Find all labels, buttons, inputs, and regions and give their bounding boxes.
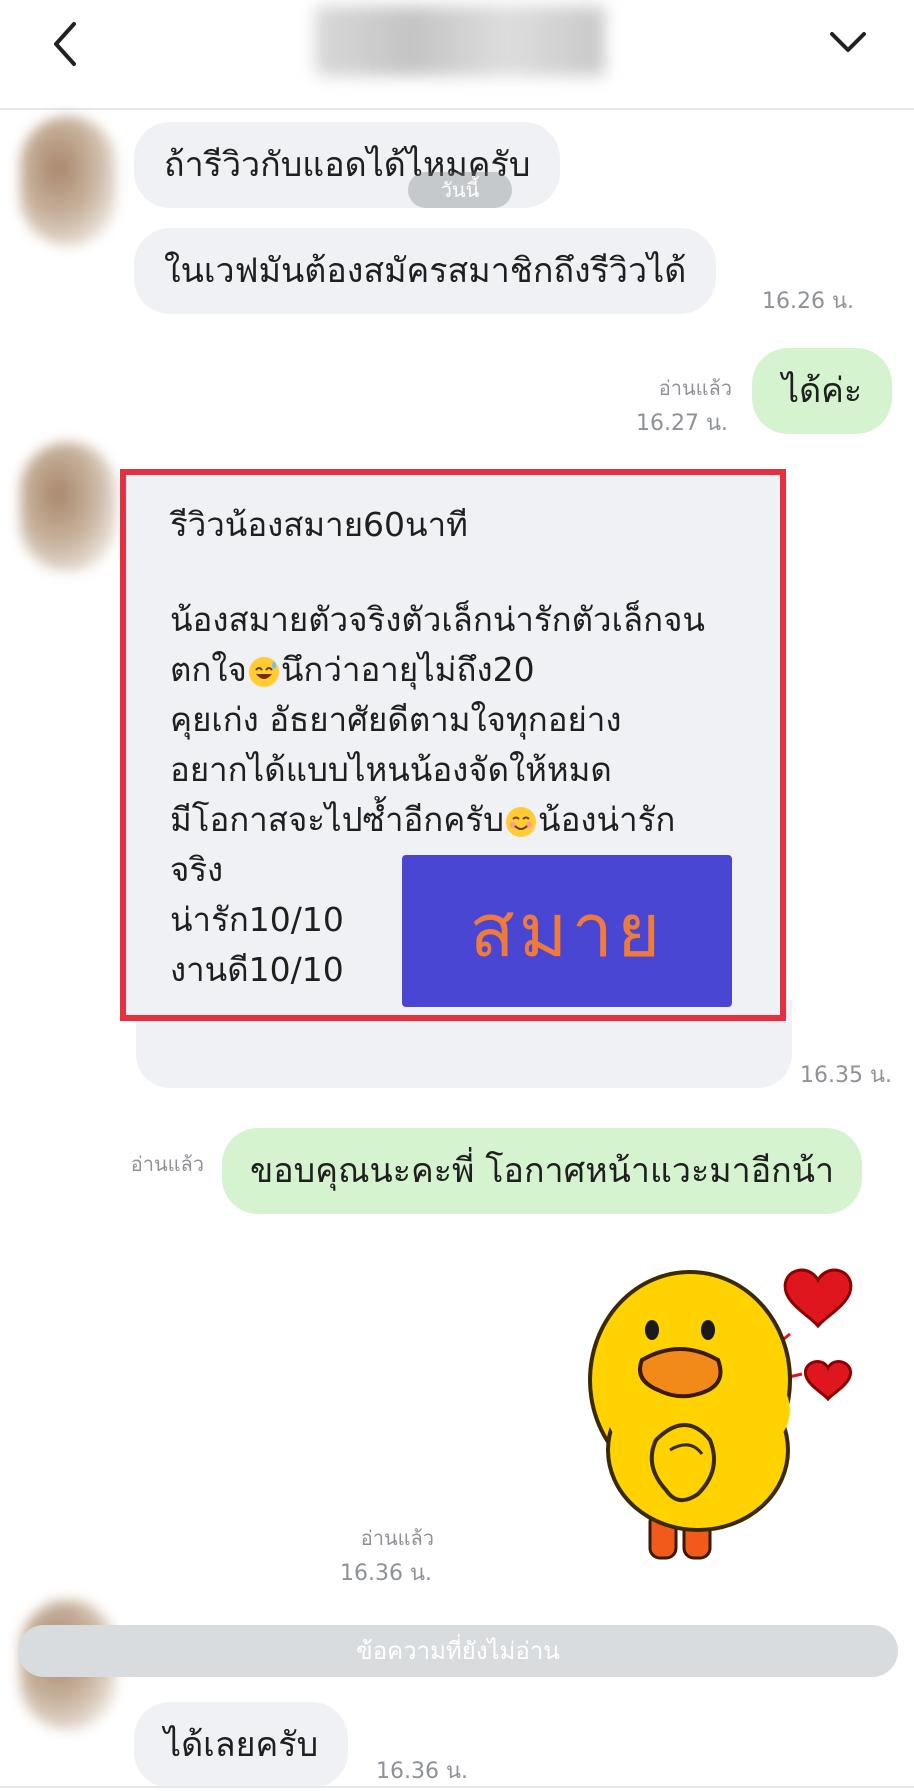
name-stamp: สมาย: [402, 855, 732, 1007]
message-text: ในเวฟมันต้องสมัครสมาชิกถึงรีวิวได้: [164, 251, 687, 291]
message-text: ขอบคุณนะคะพี่ โอกาศหน้าแวะมาอีกน้า: [250, 1151, 835, 1191]
outgoing-message[interactable]: ขอบคุณนะคะพี่ โอกาศหน้าแวะมาอีกน้า: [222, 1128, 863, 1214]
message-text: ได้ค่ะ: [782, 371, 863, 411]
bottom-divider: [0, 1786, 914, 1788]
menu-toggle-button[interactable]: [826, 22, 870, 62]
message-time: 16.26 น.: [762, 289, 855, 314]
chat-title-blurred: [315, 6, 605, 76]
incoming-message[interactable]: ได้เลยครับ: [134, 1702, 349, 1788]
review-line: คุยเก่ง อัธยาศัยดีตามใจทุกอย่าง: [170, 700, 622, 739]
read-receipt: อ่านแล้ว: [130, 1152, 204, 1176]
review-line-text: นึกว่าอายุไม่ถึง20: [280, 650, 535, 689]
back-button[interactable]: [44, 18, 88, 70]
message-text: ได้เลยครับ: [164, 1725, 319, 1765]
chevron-left-icon: [54, 22, 76, 66]
chevron-down-icon: [830, 32, 866, 52]
incoming-message[interactable]: ในเวฟมันต้องสมัครสมาชิกถึงรีวิวได้: [134, 228, 717, 314]
grinning-sweat-emoji-icon: [248, 656, 279, 687]
read-receipt: อ่านแล้ว: [360, 1526, 434, 1550]
avatar[interactable]: [20, 116, 116, 246]
review-line: ตกใจ นึกว่าอายุไม่ถึง20: [170, 645, 770, 695]
review-line-text: ตกใจ: [170, 650, 247, 689]
review-title: รีวิวน้องสมาย60นาที: [170, 505, 468, 544]
review-line: มีโอกาสจะไปซ้ำอีกครับ น้องน่ารัก: [170, 795, 770, 845]
smiling-emoji-icon: [506, 806, 537, 837]
avatar[interactable]: [20, 442, 116, 572]
review-line-text: น้องน่ารัก: [538, 800, 676, 839]
review-line: น้องสมายตัวจริงตัวเล็กน่ารักตัวเล็กจน: [170, 600, 705, 639]
review-line: อยากได้แบบไหนน้องจัดให้หมด: [170, 750, 612, 789]
review-message-highlighted[interactable]: รีวิวน้องสมาย60นาที น้องสมายตัวจริงตัวเล…: [120, 469, 786, 1021]
message-time: 16.27 น.: [636, 411, 729, 436]
duck-sticker-icon[interactable]: [580, 1250, 880, 1570]
unread-divider: ข้อความที่ยังไม่อ่าน: [18, 1625, 898, 1677]
message-time: 16.35 น.: [800, 1063, 893, 1088]
read-receipt: อ่านแล้ว: [658, 376, 732, 400]
chat-header: [0, 0, 914, 110]
outgoing-message[interactable]: ได้ค่ะ: [752, 348, 893, 434]
date-pill: วันนี้: [408, 172, 512, 208]
message-time: 16.36 น.: [376, 1759, 469, 1784]
message-time: 16.36 น.: [340, 1561, 433, 1586]
review-line-text: มีโอกาสจะไปซ้ำอีกครับ: [170, 800, 505, 839]
